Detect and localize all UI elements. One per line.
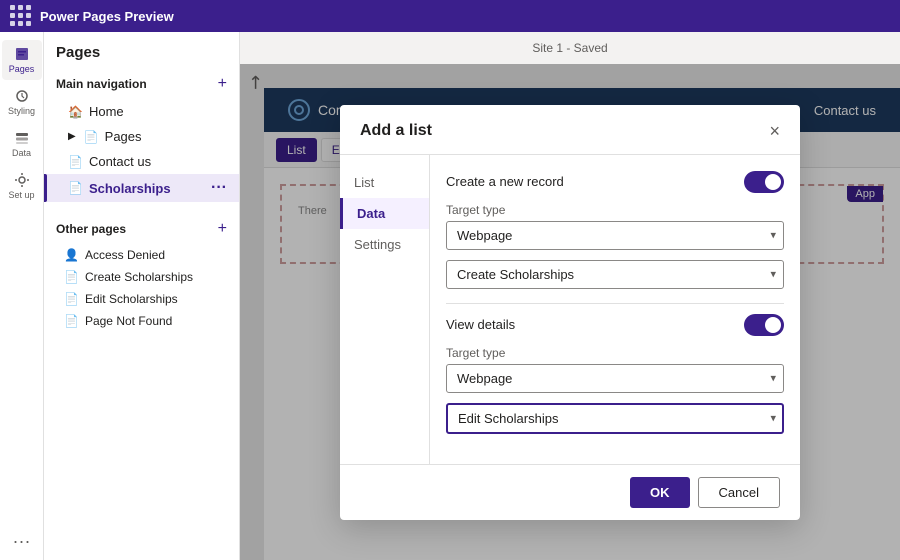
nav-panel-header: Pages [44, 44, 239, 69]
create-new-record-label: Create a new record [446, 174, 564, 189]
sidebar-setup-label: Set up [8, 190, 34, 200]
modal-tab-settings[interactable]: Settings [340, 229, 429, 260]
other-pages-label: Other pages [56, 222, 126, 236]
user-page-icon: 👤 [64, 248, 79, 262]
create-target-type-group: Target type Webpage URL Dialog ▾ [446, 203, 784, 289]
other-pages-section: Other pages + 👤 Access Denied 📄 Create S… [44, 214, 239, 332]
view-webpage-select-wrapper: Edit Scholarships Create Scholarships Sc… [446, 403, 784, 434]
modal-content: Create a new record Target type Webpage … [430, 155, 800, 464]
nav-item-create-scholarships-label: Create Scholarships [85, 270, 193, 284]
scholarships-page-icon: 📄 [68, 181, 83, 195]
create-target-type-select[interactable]: Webpage URL Dialog [446, 221, 784, 250]
top-bar: Power Pages Preview [0, 0, 900, 32]
content-area: Site 1 - Saved ↗ Company name Home | [240, 32, 900, 560]
add-list-modal: Add a list × List Data Settings Creat [340, 105, 800, 520]
main-nav-label: Main navigation [56, 77, 147, 91]
view-details-row: View details [446, 314, 784, 336]
create-target-type-select-wrapper: Webpage URL Dialog ▾ [446, 221, 784, 250]
create-new-record-row: Create a new record [446, 171, 784, 193]
view-details-toggle[interactable] [744, 314, 784, 336]
nav-item-scholarships-label: Scholarships [89, 181, 171, 196]
modal-footer: OK Cancel [340, 464, 800, 520]
view-details-label: View details [446, 317, 515, 332]
nav-item-access-denied[interactable]: 👤 Access Denied [44, 244, 239, 266]
cancel-button[interactable]: Cancel [698, 477, 780, 508]
modal-tab-list[interactable]: List [340, 167, 429, 198]
nav-item-contact-label: Contact us [89, 154, 151, 169]
view-target-type-label: Target type [446, 346, 784, 360]
nav-item-create-scholarships[interactable]: 📄 Create Scholarships [44, 266, 239, 288]
view-target-type-select[interactable]: Webpage URL Dialog [446, 364, 784, 393]
edit-scholarships-icon: 📄 [64, 292, 79, 306]
app-title: Power Pages Preview [40, 9, 174, 24]
nav-item-contact[interactable]: 📄 Contact us [44, 149, 239, 174]
nav-item-scholarships[interactable]: 📄 Scholarships ··· [44, 174, 239, 202]
site-saved-text: Site 1 - Saved [532, 41, 607, 55]
create-webpage-select[interactable]: Create Scholarships Edit Scholarships Sc… [446, 260, 784, 289]
nav-item-access-denied-label: Access Denied [85, 248, 165, 262]
main-layout: Pages Styling Data Set up ··· Pages Main… [0, 32, 900, 560]
modal-header: Add a list × [340, 105, 800, 155]
sidebar-item-styling[interactable]: Styling [2, 82, 42, 122]
nav-panel: Pages Main navigation + 🏠 Home ▶ 📄 Pages… [44, 32, 240, 560]
preview-area: ↗ Company name Home | Pages▾ [240, 64, 900, 560]
modal-tabs: List Data Settings [340, 155, 430, 464]
other-pages-section-header: Other pages + [44, 214, 239, 244]
app-grid-icon[interactable] [10, 5, 32, 27]
view-target-type-select-wrapper: Webpage URL Dialog ▾ [446, 364, 784, 393]
scholarships-more-icon[interactable]: ··· [211, 179, 227, 197]
view-webpage-select[interactable]: Edit Scholarships Create Scholarships Sc… [446, 403, 784, 434]
create-new-record-toggle[interactable] [744, 171, 784, 193]
sidebar-styling-label: Styling [8, 106, 35, 116]
modal-close-button[interactable]: × [769, 121, 780, 142]
section-divider [446, 303, 784, 304]
view-target-type-group: Target type Webpage URL Dialog ▾ [446, 346, 784, 434]
nav-item-page-not-found-label: Page Not Found [85, 314, 172, 328]
modal-body: List Data Settings Create a new record [340, 155, 800, 464]
add-other-page-button[interactable]: + [218, 220, 227, 238]
main-nav-section: Main navigation + [44, 69, 239, 99]
icon-sidebar: Pages Styling Data Set up ··· [0, 32, 44, 560]
sidebar-item-data[interactable]: Data [2, 124, 42, 164]
modal-tab-data[interactable]: Data [340, 198, 429, 229]
nav-item-home[interactable]: 🏠 Home [44, 99, 239, 124]
sidebar-item-pages[interactable]: Pages [2, 40, 42, 80]
create-target-type-label: Target type [446, 203, 784, 217]
nav-item-home-label: Home [89, 104, 124, 119]
modal-overlay: Add a list × List Data Settings Creat [240, 64, 900, 560]
nav-panel-title: Pages [56, 44, 100, 61]
ok-button[interactable]: OK [630, 477, 690, 508]
site-bar: Site 1 - Saved [240, 32, 900, 64]
sidebar-item-setup[interactable]: Set up [2, 166, 42, 206]
nav-item-edit-scholarships-label: Edit Scholarships [85, 292, 178, 306]
folder-icon: 📄 [84, 130, 99, 144]
pages-chevron-icon[interactable]: ▶ [68, 131, 76, 142]
nav-item-pages-label: Pages [105, 129, 142, 144]
create-webpage-select-wrapper: Create Scholarships Edit Scholarships Sc… [446, 260, 784, 289]
sidebar-pages-label: Pages [9, 64, 35, 74]
sidebar-more-icon[interactable]: ··· [13, 531, 31, 552]
nav-item-pages[interactable]: ▶ 📄 Pages [44, 124, 239, 149]
contact-page-icon: 📄 [68, 155, 83, 169]
modal-title: Add a list [360, 122, 432, 140]
home-icon: 🏠 [68, 105, 83, 119]
nav-item-page-not-found[interactable]: 📄 Page Not Found [44, 310, 239, 332]
nav-item-edit-scholarships[interactable]: 📄 Edit Scholarships [44, 288, 239, 310]
add-main-nav-button[interactable]: + [218, 75, 227, 93]
sidebar-data-label: Data [12, 148, 31, 158]
create-scholarships-icon: 📄 [64, 270, 79, 284]
page-not-found-icon: 📄 [64, 314, 79, 328]
